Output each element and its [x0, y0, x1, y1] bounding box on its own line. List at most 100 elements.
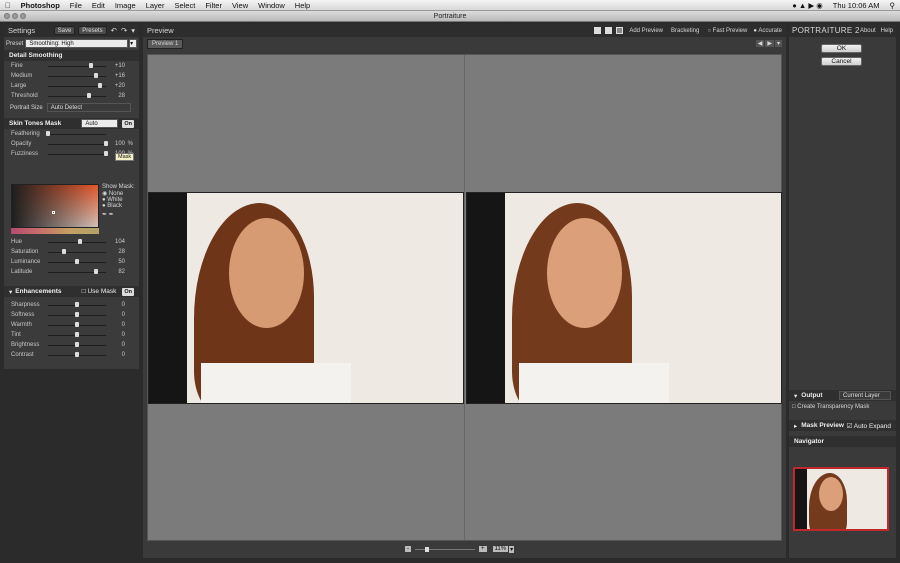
bracketing-button[interactable]: Bracketing	[671, 28, 699, 34]
preset-select[interactable]: Smoothing: High	[25, 39, 129, 48]
enhancements-on-toggle[interactable]: On	[122, 287, 134, 296]
enhancement-row: Brightness 0	[4, 340, 139, 350]
menu-help[interactable]: Help	[290, 1, 315, 10]
color-picker-handle[interactable]	[52, 211, 55, 214]
close-window-icon[interactable]	[4, 13, 10, 19]
skin-on-toggle[interactable]: On	[122, 119, 134, 128]
skin-slider[interactable]	[48, 134, 106, 135]
window-title: Portraiture	[433, 13, 467, 20]
menu-image[interactable]: Image	[110, 1, 141, 10]
skin-slider-knob[interactable]	[46, 131, 50, 136]
enhancement-row: Sharpness 0	[4, 300, 139, 310]
hsl-slider-knob[interactable]	[93, 269, 98, 274]
save-button[interactable]: Save	[53, 26, 76, 35]
tab-menu-icon[interactable]: ▾	[774, 40, 782, 47]
single-view-icon[interactable]	[594, 27, 602, 34]
enhancement-slider-knob[interactable]	[75, 332, 79, 337]
hsl-label: Hue	[11, 239, 23, 245]
fast-preview-radio[interactable]: ○ Fast Preview	[707, 28, 747, 34]
hsl-value: 104	[114, 239, 125, 245]
eyedropper-icons[interactable]: ✒ ✒	[102, 211, 135, 218]
preset-dropdown-icon[interactable]: ▾	[129, 39, 137, 48]
status-icons[interactable]: ● ▲ ▶ ◉	[787, 1, 828, 10]
hue-range-bar[interactable]	[11, 228, 99, 234]
detail-slider[interactable]	[48, 66, 106, 67]
skin-color-picker[interactable]	[11, 184, 99, 228]
tab-next-icon[interactable]: ▶	[765, 40, 774, 47]
zoom-level[interactable]: 11%	[492, 546, 509, 552]
detail-slider-knob[interactable]	[86, 93, 91, 98]
spotlight-icon[interactable]: ⚲	[885, 1, 900, 10]
zoom-window-icon[interactable]	[20, 13, 26, 19]
menu-window[interactable]: Window	[253, 1, 290, 10]
zoom-dropdown-icon[interactable]: ▾	[509, 545, 515, 553]
about-button[interactable]: About	[860, 28, 876, 34]
undo-icon[interactable]: ↶	[111, 26, 117, 35]
detail-slider[interactable]	[48, 96, 106, 97]
mask-button[interactable]: Mask	[115, 153, 135, 161]
show-mask-black[interactable]: ● Black	[102, 203, 135, 209]
detail-slider-knob[interactable]	[98, 83, 103, 88]
preview-canvas[interactable]	[147, 54, 782, 541]
hsl-row: Luminance 50	[4, 257, 139, 267]
skin-mode-select[interactable]: Auto	[81, 119, 119, 128]
enhancement-slider-knob[interactable]	[75, 312, 79, 317]
enhancement-label: Tint	[11, 332, 21, 338]
zoom-slider[interactable]	[415, 546, 475, 552]
auto-expand-checkbox[interactable]: ☑ Auto Expand	[846, 422, 891, 430]
menu-filter[interactable]: Filter	[200, 1, 227, 10]
use-mask-checkbox[interactable]: □ Use Mask	[82, 288, 117, 295]
enhancement-slider-knob[interactable]	[75, 302, 79, 307]
hsl-slider-knob[interactable]	[77, 239, 82, 244]
menu-view[interactable]: View	[227, 1, 253, 10]
accurate-radio[interactable]: ● Accurate	[753, 28, 782, 34]
menu-layer[interactable]: Layer	[141, 1, 170, 10]
skin-slider[interactable]	[48, 154, 106, 155]
menu-arrow-icon[interactable]: ▾	[131, 26, 135, 35]
navigator-thumbnail[interactable]	[793, 467, 889, 531]
menu-app-photoshop[interactable]: Photoshop	[16, 1, 65, 10]
menubar-clock[interactable]: Thu 10:06 AM	[828, 1, 885, 10]
output-select[interactable]: Current Layer	[839, 391, 891, 400]
help-button[interactable]: Help	[881, 28, 893, 34]
menu-edit[interactable]: Edit	[87, 1, 110, 10]
detail-label: Large	[11, 83, 27, 89]
cancel-button[interactable]: Cancel	[821, 57, 862, 66]
retouched-photo[interactable]	[466, 192, 782, 404]
split-horizontal-icon[interactable]	[605, 27, 613, 34]
split-divider[interactable]	[464, 55, 465, 540]
enhancements-collapse-icon[interactable]: ▾	[9, 288, 12, 296]
enhancement-slider-knob[interactable]	[75, 352, 79, 357]
zoom-in-button[interactable]: +	[479, 546, 487, 552]
skin-slider[interactable]	[48, 144, 106, 145]
menu-select[interactable]: Select	[169, 1, 200, 10]
hsl-slider-knob[interactable]	[62, 249, 67, 254]
original-photo[interactable]	[148, 192, 464, 404]
hsl-sliders: Hue 104 Saturation 28 Luminance 50 Latitude 82	[4, 237, 139, 277]
zoom-out-button[interactable]: -	[405, 546, 411, 552]
enhancement-value: 0	[121, 332, 125, 338]
menu-file[interactable]: File	[65, 1, 87, 10]
hsl-slider-knob[interactable]	[75, 259, 79, 264]
minimize-window-icon[interactable]	[12, 13, 18, 19]
enhancement-slider-knob[interactable]	[75, 342, 79, 347]
add-preview-button[interactable]: Add Preview	[629, 28, 663, 34]
presets-button[interactable]: Presets	[78, 26, 107, 35]
preview-title: Preview	[147, 26, 174, 35]
detail-value: +10	[114, 63, 125, 69]
apple-icon[interactable]: 	[0, 1, 16, 10]
split-vertical-icon[interactable]	[616, 27, 624, 34]
mask-preview-expand-icon[interactable]: ▸	[794, 422, 797, 430]
show-mask-none[interactable]: ◉ None	[102, 190, 135, 197]
tab-prev-icon[interactable]: ◀	[755, 40, 765, 47]
transparency-mask-checkbox[interactable]: □ Create Transparency Mask	[792, 404, 869, 410]
portrait-size-select[interactable]: Auto Detect	[46, 103, 131, 112]
output-collapse-icon[interactable]: ▾	[794, 392, 797, 400]
detail-slider-knob[interactable]	[93, 73, 98, 78]
enhancement-slider-knob[interactable]	[75, 322, 79, 327]
redo-icon[interactable]: ↷	[121, 26, 127, 35]
hsl-slider[interactable]	[48, 252, 106, 253]
preview-tab[interactable]: Preview 1	[147, 38, 184, 49]
detail-slider-knob[interactable]	[88, 63, 93, 68]
ok-button[interactable]: OK	[821, 44, 862, 53]
